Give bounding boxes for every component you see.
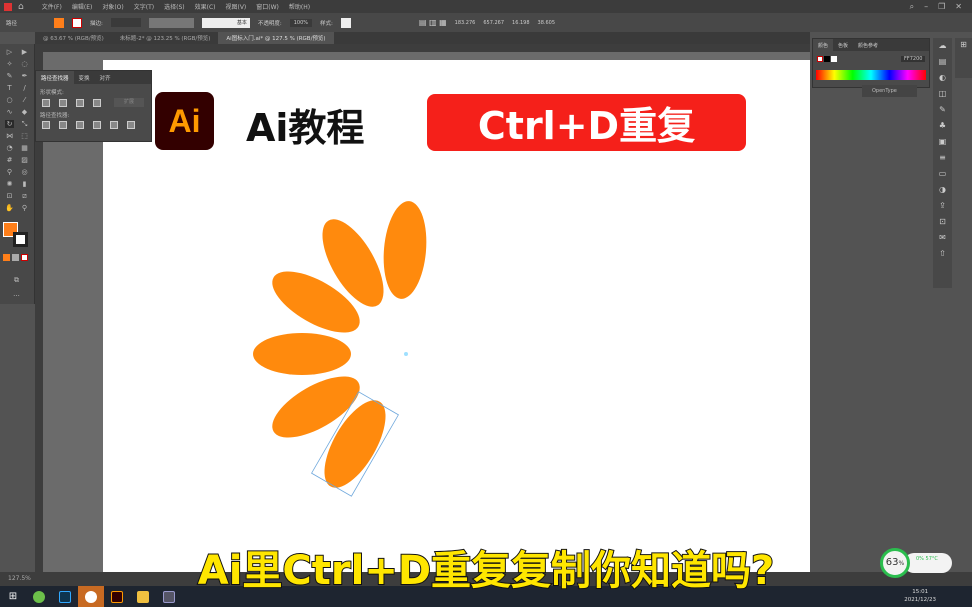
comments-icon[interactable]: ✉ xyxy=(933,230,952,246)
crop-icon[interactable] xyxy=(93,121,101,129)
cpu-temp: 57°C xyxy=(925,556,938,562)
color-spectrum[interactable] xyxy=(816,70,926,80)
exclude-icon[interactable] xyxy=(93,98,101,107)
asset-export-icon[interactable]: ⇪ xyxy=(933,198,952,214)
video-subtitle: Ai里Ctrl+D重复复制你知道吗? xyxy=(197,547,776,595)
petal-ellipse[interactable] xyxy=(380,199,430,300)
graphic-styles-icon[interactable]: ▣ xyxy=(933,134,952,150)
tab-color-guide[interactable]: 颜色参考 xyxy=(853,39,883,51)
overlay-title: Ai教程 xyxy=(246,106,365,150)
secondary-panel-strip: ⊞ xyxy=(955,38,972,78)
intersect-icon[interactable] xyxy=(76,98,84,107)
clock-date: 2021/12/23 xyxy=(904,597,936,603)
hex-input[interactable]: FF7200 xyxy=(901,56,926,62)
shortcut-badge-text: Ctrl+D重复 xyxy=(477,104,696,148)
cpu-temp-pill: 0% 57°C xyxy=(904,553,952,573)
doc-info-icon[interactable]: ⊞ xyxy=(955,38,972,52)
pathfinders-label: 路径查找器: xyxy=(40,113,70,119)
transparency-icon[interactable]: ◑ xyxy=(933,182,952,198)
symbols-icon[interactable]: ♣ xyxy=(933,118,952,134)
minus-back-icon[interactable] xyxy=(127,121,135,129)
tab-color[interactable]: 颜色 xyxy=(813,39,834,51)
shape-modes-label: 形状模式: xyxy=(40,90,64,96)
black-swatch[interactable] xyxy=(824,56,830,62)
system-monitor-widget[interactable]: 0% 57°C 63% xyxy=(880,548,952,578)
divide-icon[interactable] xyxy=(42,121,50,129)
percent-sign: % xyxy=(898,560,905,567)
pathfinder-panel: 路径查找器 变换 对齐 形状模式: 扩展 路径查找器: xyxy=(35,70,152,142)
appearance-icon[interactable]: ◐ xyxy=(933,70,952,86)
shortcut-badge: Ctrl+D重复 xyxy=(427,94,746,151)
properties-icon[interactable]: ▤ xyxy=(933,54,952,70)
brushes-icon[interactable]: ✎ xyxy=(933,102,952,118)
white-swatch[interactable] xyxy=(831,56,837,62)
cpu-usage: 0% xyxy=(916,556,924,562)
none-swatch[interactable] xyxy=(817,56,823,62)
minus-front-icon[interactable] xyxy=(59,98,67,107)
opentype-panel-tab[interactable]: OpenType xyxy=(862,85,917,97)
rotation-origin-point[interactable] xyxy=(404,352,408,356)
memory-percent: 63 xyxy=(885,557,899,568)
libraries-icon[interactable]: ☁ xyxy=(933,38,952,54)
artboards-icon[interactable]: ⊡ xyxy=(933,214,952,230)
tab-transform[interactable]: 变换 xyxy=(74,71,95,84)
export-icon[interactable]: ⇧ xyxy=(933,246,952,262)
layers-icon[interactable]: ◫ xyxy=(933,86,952,102)
petal-ellipse[interactable] xyxy=(253,333,351,375)
panel-icon-strip: ☁ ▤ ◐ ◫ ✎ ♣ ▣ ≡ ▭ ◑ ⇪ ⊡ ✉ ⇧ xyxy=(933,38,952,288)
stroke-icon[interactable]: ≡ xyxy=(933,150,952,166)
ai-logo: Ai xyxy=(155,92,214,150)
tab-pathfinder[interactable]: 路径查找器 xyxy=(36,71,74,84)
trim-icon[interactable] xyxy=(59,121,67,129)
merge-icon[interactable] xyxy=(76,121,84,129)
tab-align[interactable]: 对齐 xyxy=(95,71,116,84)
gradient-icon[interactable]: ▭ xyxy=(933,166,952,182)
outline-icon[interactable] xyxy=(110,121,118,129)
color-panel: 颜色 色板 颜色参考 FF7200 xyxy=(812,38,930,88)
memory-gauge: 63% xyxy=(880,548,910,578)
expand-button[interactable]: 扩展 xyxy=(114,98,144,107)
tab-swatches[interactable]: 色板 xyxy=(833,39,853,51)
unite-icon[interactable] xyxy=(42,98,50,107)
